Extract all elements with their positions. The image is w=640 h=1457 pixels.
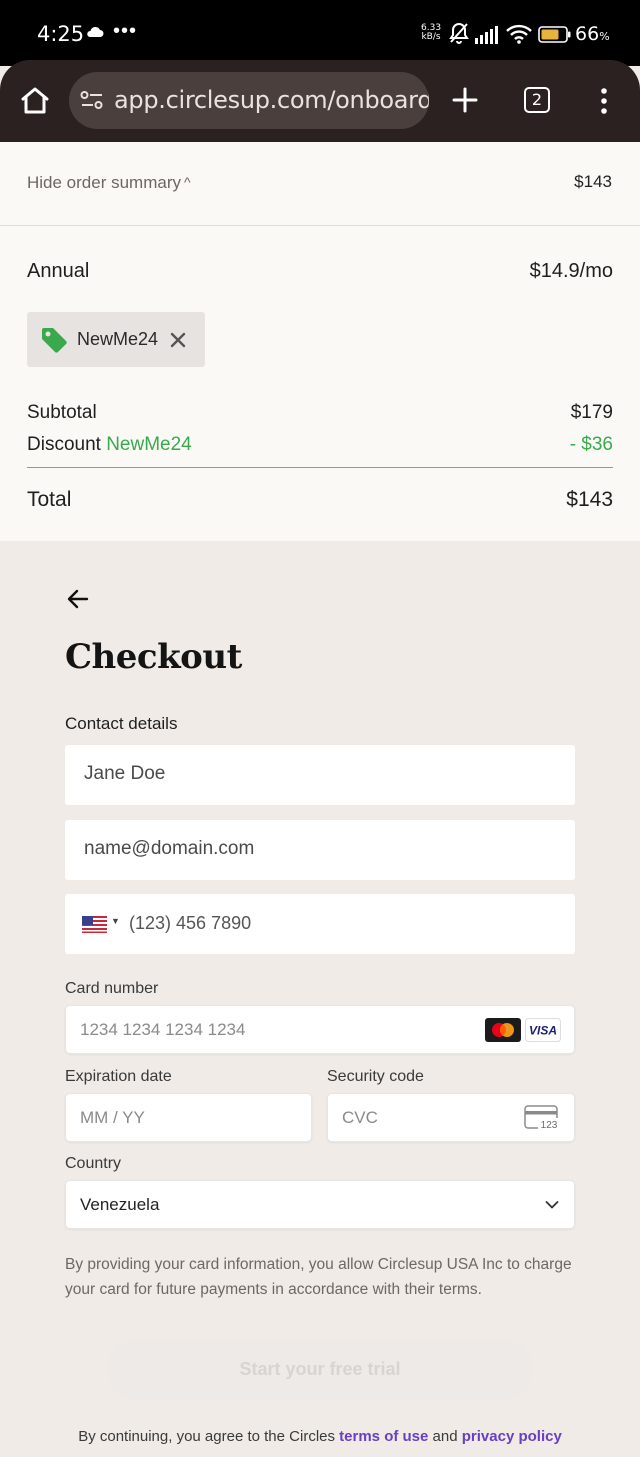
order-summary: Annual $14.9/mo NewMe24 Subtotal $179 Di… [0,226,640,541]
plan-label: Annual [27,260,90,282]
hide-order-summary-toggle[interactable]: Hide order summary ^ [27,173,191,193]
phone-field[interactable]: ▼ (123) 456 7890 [65,894,575,954]
name-placeholder[interactable]: Jane Doe [84,763,165,785]
visa-icon: VISA [525,1018,561,1042]
subtotal-value: $179 [570,402,613,423]
phone-placeholder[interactable]: (123) 456 7890 [129,913,251,934]
terms-of-use-link[interactable]: terms of use [339,1428,428,1445]
discount-row: Discount NewMe24 - $36 [27,434,613,456]
country-value[interactable]: Venezuela [80,1195,159,1215]
card-brands: VISA [485,1018,561,1042]
name-field[interactable]: Jane Doe [65,745,575,805]
security-code-input[interactable]: CVC 123 [327,1093,575,1142]
home-icon[interactable] [20,86,50,114]
back-arrow-icon[interactable] [66,588,90,610]
discount-value: - $36 [569,434,613,455]
cvc-icon-text: 123 [541,1120,558,1131]
mute-bell-icon [449,22,469,44]
battery-unit: % [599,30,610,43]
status-bar: 4:25 ••• 6.33 kB/s 66% [0,0,640,66]
email-field[interactable]: name@domain.com [65,820,575,880]
battery-percent: 66% [575,23,610,45]
toggle-label[interactable]: Hide order summary [27,173,181,192]
svg-text:VISA: VISA [529,1024,557,1038]
chevron-down-icon[interactable]: ▼ [111,916,120,926]
battery-value: 66 [575,23,600,45]
cvc-card-icon: 123 [524,1105,560,1131]
menu-kebab-icon[interactable] [598,87,610,115]
security-code-placeholder[interactable]: CVC [342,1108,378,1128]
site-settings-icon[interactable] [80,90,104,110]
expiration-input[interactable]: MM / YY [65,1093,312,1142]
plan-row: Annual $14.9/mo [27,260,613,283]
card-terms-text: By providing your card information, you … [65,1256,572,1298]
signal-icon [475,26,498,44]
mastercard-icon [485,1018,521,1042]
url-text[interactable]: app.circlesup.com/onboardin [114,86,429,114]
total-value: $143 [566,488,613,511]
privacy-policy-link[interactable]: privacy policy [462,1428,562,1445]
network-speed: 6.33 kB/s [421,24,441,42]
network-speed-unit: kB/s [421,32,441,42]
chevron-up-icon[interactable]: ^ [184,174,191,190]
expiration-placeholder[interactable]: MM / YY [80,1108,145,1128]
tag-icon [42,328,67,353]
expiration-label: Expiration date [65,1068,172,1085]
email-placeholder[interactable]: name@domain.com [84,838,254,860]
subtotal-row: Subtotal $179 [27,402,613,424]
security-code-label: Security code [327,1068,424,1085]
browser-toolbar: app.circlesup.com/onboardin 2 [0,60,640,142]
promo-code-text: NewMe24 [77,329,159,349]
tab-switcher-icon[interactable]: 2 [524,87,550,113]
subtotal-label: Subtotal [27,402,97,423]
card-number-input[interactable]: 1234 1234 1234 1234 VISA [65,1005,575,1054]
discount-label-group: Discount NewMe24 [27,434,192,456]
battery-icon [538,26,571,43]
country-label: Country [65,1155,122,1172]
promo-code-chip: NewMe24 [27,312,205,367]
new-tab-plus-icon[interactable] [451,86,479,114]
plan-price: $14.9/mo [529,260,613,282]
us-flag-icon[interactable] [82,916,107,933]
total-row: Total $143 [27,488,613,512]
wifi-icon [506,24,532,44]
order-summary-header[interactable]: Hide order summary ^ $143 [0,142,640,226]
summary-header-total: $143 [574,172,612,191]
address-bar[interactable]: app.circlesup.com/onboardin [69,72,429,129]
card-number-label: Card number [65,980,159,997]
card-number-placeholder[interactable]: 1234 1234 1234 1234 [80,1020,245,1040]
country-select[interactable]: Venezuela [65,1180,575,1229]
close-icon[interactable] [169,331,187,349]
total-label: Total [27,488,72,511]
start-free-trial-button[interactable]: Start your free trial [107,1339,533,1400]
cloud-icon [87,26,104,37]
legal-and: and [432,1428,458,1445]
chevron-down-icon[interactable] [545,1200,559,1210]
summary-divider [27,467,613,468]
page-title: Checkout [65,637,242,677]
contact-details-label: Contact details [65,714,178,733]
discount-code: NewMe24 [106,434,192,455]
more-dots-icon: ••• [113,20,138,42]
legal-text: By continuing, you agree to the Circles … [0,1428,640,1445]
status-time: 4:25 [37,22,85,46]
legal-prefix: By continuing, you agree to the Circles [78,1428,335,1445]
discount-label: Discount [27,434,101,455]
